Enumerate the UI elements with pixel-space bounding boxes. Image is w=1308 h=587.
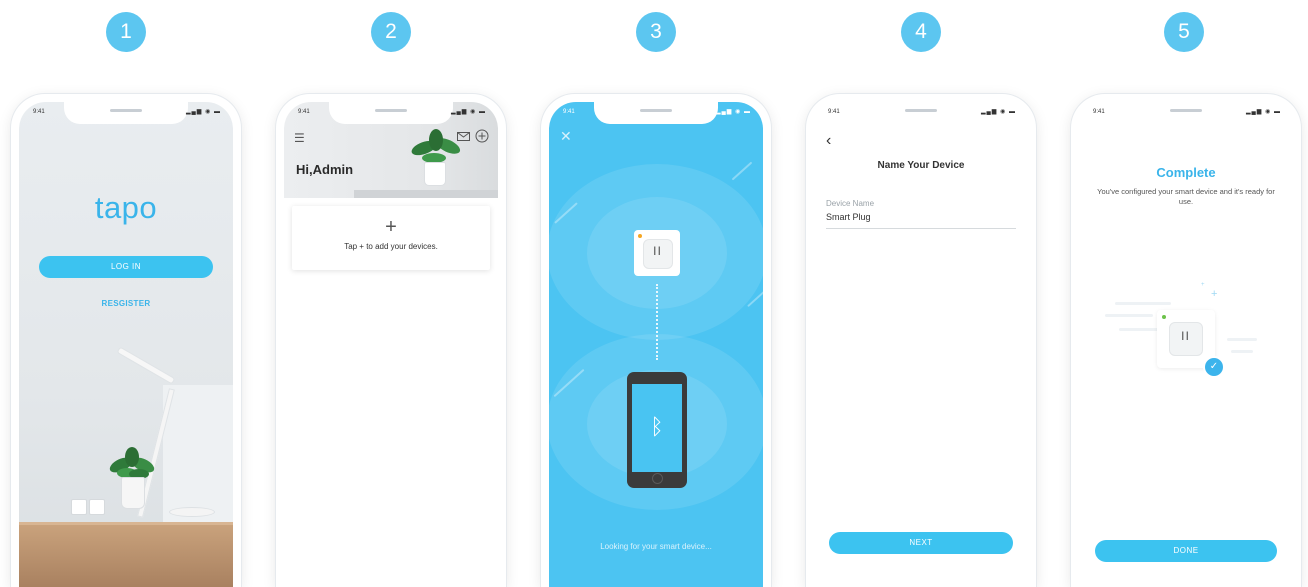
home-screen: 9:41 ▂▄▆ ◉ ▬ ☰ Hi,Admin + Tap + to add y…: [284, 102, 498, 587]
phone-name-device: 9:41 ▂▄▆ ◉ ▬ ‹ Name Your Device Device N…: [806, 94, 1036, 587]
phone-notch: [64, 102, 188, 124]
step-badge-2: 2: [371, 12, 411, 52]
status-time: 9:41: [33, 109, 45, 115]
decor-line: [1231, 350, 1253, 353]
phone-notch: [859, 102, 983, 124]
plug-outlet: ||: [643, 239, 673, 269]
decor-line: [1119, 328, 1159, 331]
sparkle-icon: +: [1201, 282, 1205, 288]
next-button[interactable]: NEXT: [829, 532, 1013, 554]
add-circle-icon[interactable]: [475, 129, 489, 143]
status-icons: ▂▄▆ ◉ ▬: [980, 109, 1016, 115]
tapo-logo: tapo: [94, 190, 158, 225]
close-icon[interactable]: ✕: [560, 128, 572, 145]
complete-screen: 9:41 ▂▄▆ ◉ ▬ Complete You've configured …: [1079, 102, 1293, 587]
status-time: 9:41: [828, 109, 840, 115]
status-icons: ▂▄▆ ◉ ▬: [715, 109, 751, 115]
smartphone-device: ᛒ: [627, 372, 687, 488]
login-button[interactable]: LOG IN: [39, 256, 213, 278]
smart-plug-icon: [89, 499, 105, 515]
outlet-icon: ||: [1181, 330, 1191, 340]
phone-speaker: [375, 109, 407, 112]
menu-icon[interactable]: ☰: [294, 131, 305, 145]
back-arrow-icon[interactable]: ‹: [826, 132, 831, 150]
phone-login: 9:41 ▂▄▆ ◉ ▬ tapo LOG IN RESGISTER: [11, 94, 241, 587]
status-time: 9:41: [1093, 109, 1105, 115]
decor-line: [1105, 314, 1153, 317]
decor-line: [1227, 338, 1257, 341]
check-icon: ✓: [1203, 356, 1225, 378]
status-time: 9:41: [298, 109, 310, 115]
complete-description: You've configured your smart device and …: [1097, 187, 1275, 206]
device-name-input[interactable]: Smart Plug: [826, 212, 871, 222]
smart-plug-device: ||: [634, 230, 680, 276]
register-link[interactable]: RESGISTER: [19, 299, 233, 308]
phone-searching: 9:41 ▂▄▆ ◉ ▬ ✕ || ᛒ Looking for your sma…: [541, 94, 771, 587]
searching-screen: 9:41 ▂▄▆ ◉ ▬ ✕ || ᛒ Looking for your sma…: [549, 102, 763, 587]
connection-dots: [656, 284, 660, 360]
searching-status: Looking for your smart device...: [600, 542, 712, 551]
status-time: 9:41: [563, 109, 575, 115]
step-badge-3: 3: [636, 12, 676, 52]
name-device-screen: 9:41 ▂▄▆ ◉ ▬ ‹ Name Your Device Device N…: [814, 102, 1028, 587]
lamp-base: [169, 507, 215, 517]
banner-shelf: [354, 190, 498, 198]
status-led: [638, 234, 642, 238]
status-icons: ▂▄▆ ◉ ▬: [1245, 109, 1281, 115]
phone-complete: 9:41 ▂▄▆ ◉ ▬ Complete You've configured …: [1071, 94, 1301, 587]
add-device-icon[interactable]: +: [292, 216, 490, 238]
phone-notch: [329, 102, 453, 124]
add-device-hint: Tap + to add your devices.: [344, 242, 438, 251]
status-led: [1162, 315, 1166, 319]
bluetooth-icon: ᛒ: [650, 414, 664, 439]
phone-notch: [594, 102, 718, 124]
phone-speaker: [905, 109, 937, 112]
background-panel: [163, 385, 233, 525]
status-icons: ▂▄▆ ◉ ▬: [185, 109, 221, 115]
plant-pot: [121, 477, 145, 509]
plant-pot: [424, 162, 446, 186]
sparkle-icon: +: [1211, 288, 1218, 300]
device-name-label: Device Name: [826, 199, 875, 208]
complete-title: Complete: [1156, 165, 1216, 180]
page-title: Name Your Device: [877, 160, 965, 171]
plug-outlet: ||: [1169, 322, 1203, 356]
greeting-title: Hi,Admin: [296, 162, 354, 177]
phone-speaker: [110, 109, 142, 112]
done-button[interactable]: DONE: [1095, 540, 1277, 562]
input-underline: [826, 228, 1016, 229]
phone-notch: [1124, 102, 1248, 124]
step-badge-5: 5: [1164, 12, 1204, 52]
step-badge-4: 4: [901, 12, 941, 52]
smartphone-screen: ᛒ: [632, 384, 682, 472]
phone-speaker: [640, 109, 672, 112]
desk-illustration: [19, 525, 233, 587]
smart-plug-icon: [71, 499, 87, 515]
phone-home: 9:41 ▂▄▆ ◉ ▬ ☰ Hi,Admin + Tap + to add y…: [276, 94, 506, 587]
home-button: [652, 473, 663, 484]
lamp-head: [116, 346, 176, 385]
decor-line: [1115, 302, 1171, 305]
step-badge-1: 1: [106, 12, 146, 52]
status-icons: ▂▄▆ ◉ ▬: [450, 109, 486, 115]
phone-speaker: [1170, 109, 1202, 112]
login-screen: 9:41 ▂▄▆ ◉ ▬ tapo LOG IN RESGISTER: [19, 102, 233, 587]
outlet-icon: ||: [653, 245, 663, 255]
add-device-card[interactable]: + Tap + to add your devices.: [292, 206, 490, 270]
decor-streak: [731, 161, 753, 181]
